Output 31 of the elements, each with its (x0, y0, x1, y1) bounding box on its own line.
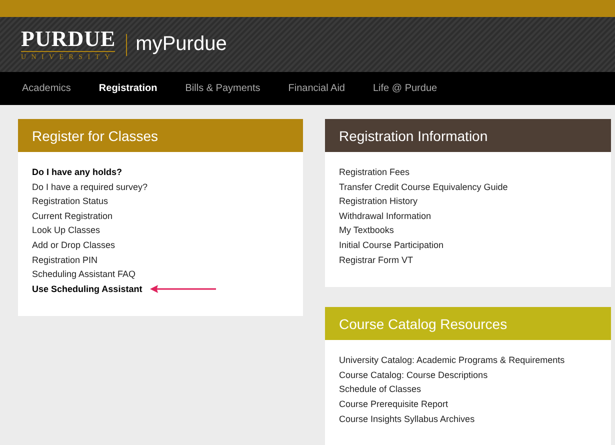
link[interactable]: Initial Course Participation (339, 238, 444, 253)
link[interactable]: Registrar Form VT (339, 252, 414, 268)
nav-tab[interactable]: Bills & Payments (185, 83, 260, 94)
link[interactable]: Registration Status (32, 194, 108, 209)
link[interactable]: Withdrawal Information (339, 208, 432, 224)
nav-tab[interactable]: Academics (22, 83, 71, 94)
link[interactable]: Course Prerequisite Report (339, 396, 448, 412)
nav-tab[interactable]: Financial Aid (288, 83, 345, 94)
link[interactable]: Registration Fees (339, 165, 410, 180)
link[interactable]: University Catalog: Academic Programs & Requirements (339, 353, 565, 368)
logo-wordmark: PURDUE (21, 28, 116, 50)
link[interactable]: Use Scheduling Assistant (32, 282, 142, 296)
link[interactable]: Transfer Credit Course Equivalency Guide (339, 180, 508, 194)
link[interactable]: Scheduling Assistant FAQ (32, 267, 136, 282)
panel-header: Course Catalog Resources (325, 307, 611, 340)
nav-tab[interactable]: Registration (98, 83, 158, 94)
link[interactable]: Course Insights Syllabus Archives (339, 412, 475, 426)
link[interactable]: Do I have any holds? (32, 165, 122, 180)
link[interactable]: Schedule of Classes (339, 382, 422, 397)
link[interactable]: My Textbooks (339, 223, 394, 238)
link[interactable]: Registration History (339, 194, 418, 209)
link[interactable]: Course Catalog: Course Descriptions (339, 368, 488, 382)
panel-header: Registration Information (325, 119, 611, 152)
panel-header: Register for Classes (18, 119, 303, 152)
link[interactable]: Add or Drop Classes (32, 238, 116, 253)
link[interactable]: Look Up Classes (32, 223, 100, 238)
link[interactable]: Current Registration (32, 208, 113, 224)
site-title: myPurdue (136, 33, 227, 56)
link[interactable]: Registration PIN (32, 252, 98, 268)
nav-tab[interactable]: Life @ Purdue (372, 83, 438, 94)
link[interactable]: Do I have a required survey? (32, 180, 148, 194)
